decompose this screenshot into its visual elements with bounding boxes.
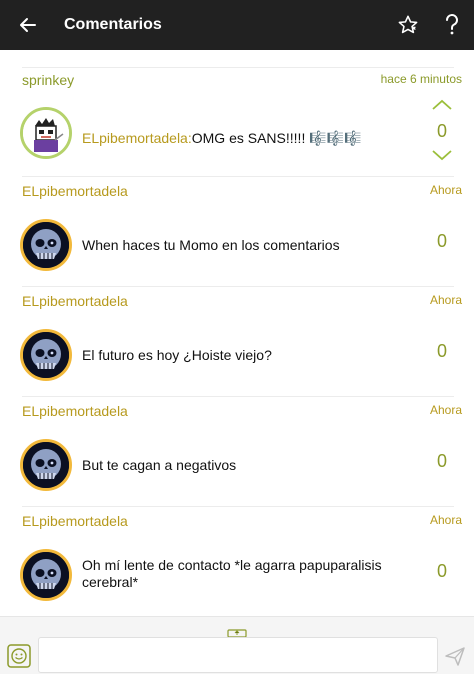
comment-time: Ahora xyxy=(429,403,462,417)
divider xyxy=(22,67,454,68)
favorite-button[interactable] xyxy=(386,0,430,50)
chevron-down-icon xyxy=(432,150,452,161)
comment-text: ELpibemortadela:OMG es SANS!!!!! 🎼🎼🎼 xyxy=(82,130,362,146)
avatar[interactable] xyxy=(20,107,72,159)
divider xyxy=(22,176,454,177)
comment-text: When haces tu Momo en los comentarios xyxy=(82,237,340,253)
comment-composer xyxy=(0,616,474,674)
back-arrow-icon xyxy=(20,18,36,32)
back-button[interactable] xyxy=(0,0,56,50)
divider xyxy=(22,396,454,397)
skull-avatar-icon xyxy=(23,442,69,488)
avatar[interactable] xyxy=(20,549,72,601)
comment-time: hace 6 minutos xyxy=(380,72,462,86)
comment-username[interactable]: ELpibemortadela xyxy=(22,403,128,419)
page-title: Comentarios xyxy=(64,16,162,33)
comment-username[interactable]: ELpibemortadela xyxy=(22,183,128,199)
comment-score: 0 xyxy=(436,231,447,251)
skull-avatar-icon xyxy=(23,332,69,378)
comment-time: Ahora xyxy=(429,513,462,527)
avatar[interactable] xyxy=(20,439,72,491)
divider xyxy=(22,286,454,287)
help-icon xyxy=(446,14,458,35)
downvote-button[interactable] xyxy=(428,147,456,163)
skull-avatar-icon xyxy=(23,552,69,598)
emoji-icon xyxy=(7,644,31,668)
send-icon xyxy=(445,647,465,666)
comment-list[interactable]: sprinkey hace 6 minutos ELpibemortadela:… xyxy=(0,50,474,616)
comment-text: But te cagan a negativos xyxy=(82,457,237,473)
chevron-up-icon xyxy=(432,99,452,110)
comment-input[interactable] xyxy=(38,637,438,673)
expand-handle[interactable] xyxy=(227,625,247,638)
comment-username[interactable]: sprinkey xyxy=(22,72,74,88)
comment-text: El futuro es hoy ¿Hoiste viejo? xyxy=(82,347,272,363)
comment-username[interactable]: ELpibemortadela xyxy=(22,293,128,309)
comment-score: 0 xyxy=(436,121,447,141)
comment-item[interactable]: sprinkey hace 6 minutos ELpibemortadela:… xyxy=(0,50,474,175)
comment-item[interactable]: ELpibemortadela Ahora Oh mí lente de con… xyxy=(0,506,474,616)
emoji-button[interactable] xyxy=(6,643,32,669)
comment-item[interactable]: ELpibemortadela Ahora When haces tu Momo… xyxy=(0,176,474,286)
avatar[interactable] xyxy=(20,329,72,381)
upvote-button[interactable] xyxy=(428,97,456,113)
comment-score: 0 xyxy=(436,341,447,361)
top-app-bar: Comentarios xyxy=(0,0,474,50)
comment-score: 0 xyxy=(436,561,447,581)
star-icon xyxy=(398,15,418,34)
pixel-character-avatar-icon xyxy=(23,110,69,156)
send-button[interactable] xyxy=(444,645,468,669)
avatar[interactable] xyxy=(20,219,72,271)
comment-text: Oh mí lente de contacto *le agarra papup… xyxy=(82,557,382,590)
comment-time: Ahora xyxy=(429,183,462,197)
divider xyxy=(22,506,454,507)
comment-time: Ahora xyxy=(429,293,462,307)
comment-item[interactable]: ELpibemortadela Ahora But te cagan a neg… xyxy=(0,396,474,506)
comment-score: 0 xyxy=(436,451,447,471)
skull-avatar-icon xyxy=(23,222,69,268)
help-button[interactable] xyxy=(430,0,474,50)
comment-item[interactable]: ELpibemortadela Ahora El futuro es hoy ¿… xyxy=(0,286,474,396)
mention[interactable]: ELpibemortadela: xyxy=(82,130,192,146)
comment-username[interactable]: ELpibemortadela xyxy=(22,513,128,529)
